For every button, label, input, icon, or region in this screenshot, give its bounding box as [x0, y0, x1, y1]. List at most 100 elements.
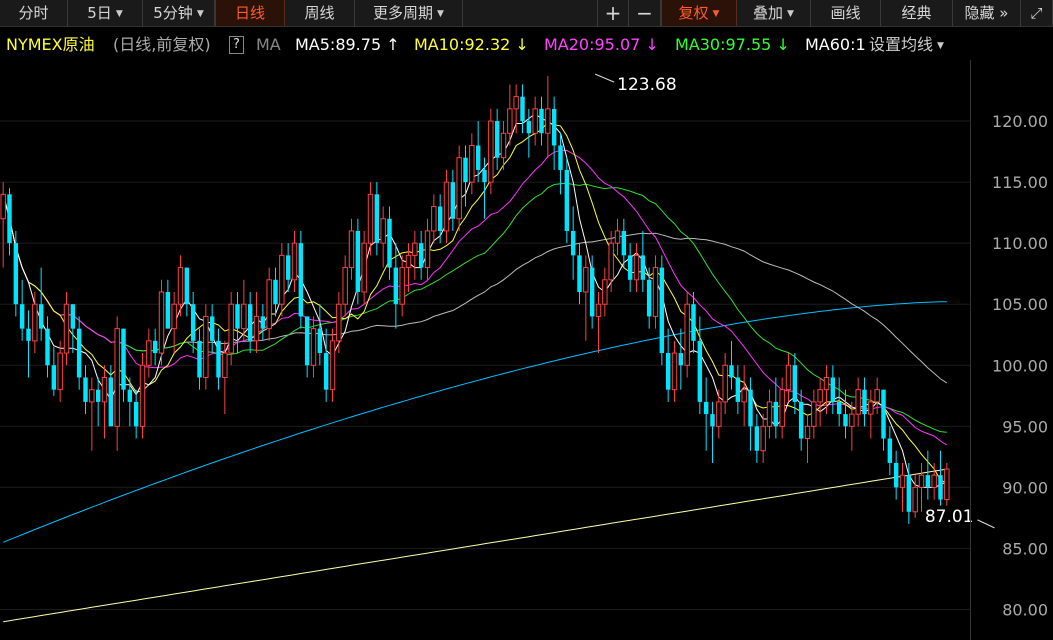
- candle-down: [393, 267, 399, 305]
- candle-down: [881, 389, 886, 439]
- tab-5day[interactable]: 5日 ▼: [68, 0, 143, 26]
- candle-down: [108, 377, 114, 427]
- candle-up: [855, 389, 861, 415]
- candle-up: [399, 267, 405, 305]
- candle-up: [671, 352, 678, 391]
- candle-down: [260, 316, 266, 329]
- fuquan-label: 复权: [678, 4, 709, 22]
- fullscreen-button[interactable]: ⤢: [1021, 0, 1053, 26]
- candle-up: [602, 279, 608, 305]
- low-marker-line: [977, 519, 995, 529]
- ma-settings-dropdown[interactable]: 设置均线 ▼: [869, 33, 944, 58]
- overlay-dropdown[interactable]: 叠加 ▼: [737, 0, 811, 26]
- candle-up: [488, 120, 494, 183]
- candle-up: [507, 108, 513, 134]
- tab-weekly[interactable]: 周线: [285, 0, 355, 26]
- candle-down: [298, 243, 304, 317]
- candle-up: [633, 254, 640, 281]
- tab-5min-label: 5分钟: [153, 4, 193, 22]
- candle-up: [614, 230, 621, 244]
- candle-down: [691, 304, 696, 341]
- price-axis-divider: [970, 60, 971, 640]
- candle-up: [513, 96, 519, 110]
- candle-up: [716, 401, 722, 427]
- help-icon[interactable]: ?: [229, 36, 244, 54]
- candle-up: [431, 206, 437, 232]
- candlestick-chart[interactable]: 120.00 115.00 110.00 105.00 100.00 95.00 90.00…: [0, 60, 1053, 640]
- chevron-down-icon: ▼: [196, 9, 204, 19]
- candle-up: [228, 303, 234, 354]
- low-price-label: 87.01: [925, 507, 974, 527]
- candle-down: [285, 255, 291, 280]
- candle-up: [741, 389, 747, 403]
- more-periods-dropdown[interactable]: 更多周期 ▼: [355, 0, 463, 26]
- tab-intraday[interactable]: 分时: [0, 0, 68, 26]
- classic-button[interactable]: 经典: [881, 0, 953, 26]
- candle-down: [7, 194, 12, 244]
- candle-up: [171, 303, 177, 330]
- candle-up: [583, 267, 589, 293]
- candle-up: [57, 352, 63, 391]
- zoom-out-button[interactable]: −: [629, 0, 661, 26]
- candle-down: [70, 304, 76, 329]
- candle-down: [184, 267, 190, 305]
- candle-down: [627, 255, 633, 280]
- candle-up: [139, 364, 146, 427]
- y-tick-label: 115.00: [992, 173, 1048, 192]
- candle-up: [424, 230, 431, 269]
- candle-up: [279, 254, 285, 305]
- candle-down: [697, 340, 703, 402]
- candle-down: [836, 401, 842, 415]
- candle-up: [0, 193, 6, 220]
- fuquan-dropdown[interactable]: 复权 ▼: [661, 0, 737, 26]
- candle-down: [938, 475, 943, 500]
- candle-down: [792, 365, 798, 402]
- ma20-text: MA20:95.07: [544, 35, 641, 54]
- ma-label[interactable]: MA: [256, 33, 281, 57]
- candle-down: [646, 279, 652, 317]
- tab-daily[interactable]: 日线: [215, 0, 285, 26]
- candle-down: [475, 145, 481, 170]
- y-tick-label: 105.00: [992, 295, 1048, 314]
- tab-5min[interactable]: 5分钟 ▼: [143, 0, 215, 26]
- candle-up: [266, 279, 272, 330]
- candle-down: [26, 328, 31, 341]
- overlay-label: 叠加: [753, 4, 784, 22]
- candle-down: [387, 218, 392, 268]
- candle-down: [539, 108, 544, 134]
- ma60-line: [2, 194, 948, 384]
- candle-down: [463, 157, 468, 183]
- candle-up: [101, 376, 108, 403]
- candle-down: [38, 304, 44, 329]
- candle-down: [678, 353, 684, 366]
- candle-up: [329, 340, 336, 391]
- candle-down: [526, 121, 532, 134]
- candle-down: [893, 462, 899, 488]
- hide-button[interactable]: 隐藏 »: [953, 0, 1021, 26]
- ma5-text: MA5:89.75: [295, 35, 382, 54]
- y-tick-label: 85.00: [1002, 539, 1048, 558]
- y-tick-label: 120.00: [992, 112, 1048, 131]
- ma30-value: MA30:97.55 ↓: [675, 33, 790, 57]
- candle-down: [121, 328, 126, 390]
- candle-up: [32, 303, 38, 342]
- candle-up: [241, 303, 247, 330]
- candle-up: [608, 242, 614, 281]
- candle-down: [729, 365, 734, 378]
- candle-up: [823, 376, 830, 391]
- y-tick-label: 100.00: [992, 356, 1048, 375]
- candle-down: [703, 401, 709, 415]
- draw-line-button[interactable]: 画线: [811, 0, 881, 26]
- candle-up: [63, 303, 70, 354]
- candle-up: [804, 425, 811, 440]
- candle-down: [374, 194, 380, 244]
- candle-down: [754, 426, 760, 451]
- candle-up: [412, 242, 418, 256]
- candle-up: [342, 267, 348, 305]
- candle-down: [13, 243, 19, 305]
- zoom-in-button[interactable]: +: [597, 0, 629, 26]
- candle-down: [235, 304, 240, 329]
- candle-down: [564, 169, 570, 231]
- candle-down: [83, 377, 88, 402]
- candle-up: [310, 328, 317, 366]
